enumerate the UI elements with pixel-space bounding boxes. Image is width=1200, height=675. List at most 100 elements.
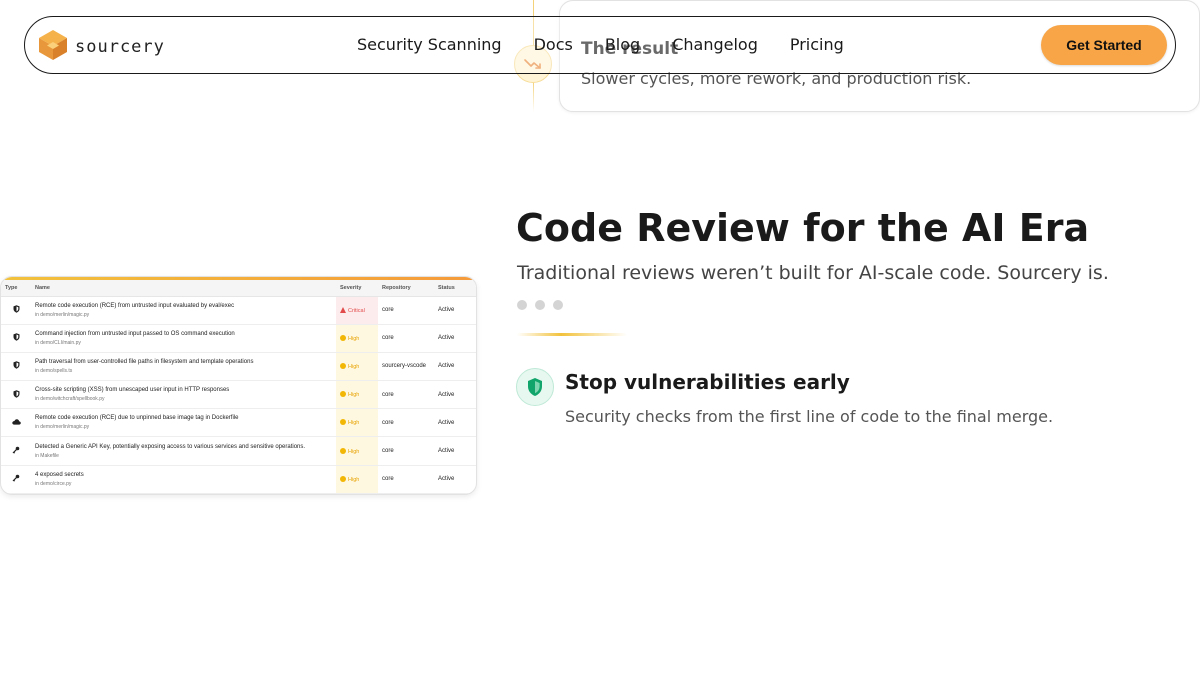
finding-path: in demo/CLI/main.py	[35, 339, 81, 346]
finding-name-cell: Remote code execution (RCE) due to unpin…	[31, 408, 336, 438]
severity-badge: High	[336, 465, 378, 494]
shield-icon	[1, 296, 31, 325]
finding-name: 4 exposed secrets	[35, 471, 84, 478]
table-row[interactable]: Cross-site scripting (XSS) from unescape…	[1, 380, 476, 410]
severity-dot-icon	[340, 447, 346, 454]
finding-name-cell: Remote code execution (RCE) from untrust…	[31, 296, 336, 325]
severity-label: Critical	[348, 307, 365, 314]
key-icon	[1, 436, 31, 466]
finding-name: Cross-site scripting (XSS) from unescape…	[35, 387, 230, 394]
nav-docs[interactable]: Docs	[534, 35, 573, 54]
severity-badge: High	[336, 352, 378, 382]
finding-path: in demo/spells.ts	[35, 367, 73, 374]
hero-title: Code Review for the AI Era	[516, 206, 1090, 250]
severity-dot-icon	[340, 334, 346, 341]
carousel-dot-2[interactable]	[535, 300, 545, 310]
status-cell: Active	[434, 465, 476, 494]
finding-name: Remote code execution (RCE) from untrust…	[35, 302, 235, 309]
header-status: Status	[434, 280, 476, 297]
nav-changelog[interactable]: Changelog	[672, 35, 758, 54]
findings-table-card: Type Name Severity Repository Status Rem…	[0, 276, 477, 495]
table-row[interactable]: 4 exposed secrets in demo/circe.py High cor…	[1, 465, 476, 494]
table-header-row: Type Name Severity Repository Status	[1, 280, 476, 297]
carousel-dot-1[interactable]	[517, 300, 527, 310]
status-cell: Active	[434, 436, 476, 466]
table-row[interactable]: Command injection from untrusted input p…	[1, 324, 476, 353]
nav-blog[interactable]: Blog	[605, 35, 640, 54]
severity-label: High	[348, 392, 360, 399]
repository-cell: core	[378, 436, 434, 466]
get-started-button[interactable]: Get Started	[1041, 25, 1167, 65]
status-cell: Active	[434, 380, 476, 410]
status-cell: Active	[434, 408, 476, 438]
severity-label: High	[348, 363, 360, 370]
finding-path: in demo/merlin/magic.py	[35, 311, 90, 318]
severity-dot-icon	[340, 362, 346, 369]
severity-label: High	[348, 335, 360, 342]
nav-pricing[interactable]: Pricing	[790, 35, 844, 54]
cloud-icon	[1, 408, 31, 438]
logo[interactable]: sourcery	[37, 29, 165, 65]
status-cell: Active	[434, 352, 476, 382]
repository-cell: core	[378, 324, 434, 353]
severity-badge: High	[336, 324, 378, 353]
table-row[interactable]: Path traversal from user-controlled file…	[1, 352, 476, 382]
finding-name: Command injection from untrusted input p…	[35, 330, 235, 337]
feature-description: Security checks from the first line of c…	[565, 407, 1054, 426]
finding-path: in Makefile	[35, 452, 59, 459]
shield-icon	[1, 324, 31, 353]
table-row[interactable]: Remote code execution (RCE) from untrust…	[1, 296, 476, 325]
repository-cell: core	[378, 296, 434, 325]
feature-title: Stop vulnerabilities early	[565, 370, 850, 394]
timeline-line-fade	[533, 82, 534, 112]
carousel-dots	[517, 300, 571, 310]
severity-label: High	[348, 420, 360, 427]
finding-path: in demo/witchcraft/spellbook.py	[35, 396, 105, 403]
header-repository: Repository	[378, 280, 434, 297]
logo-cube-icon	[37, 29, 69, 65]
shield-icon	[1, 352, 31, 382]
finding-path: in demo/circe.py	[35, 480, 72, 487]
repository-cell: core	[378, 380, 434, 410]
finding-name-cell: Cross-site scripting (XSS) from unescape…	[31, 380, 336, 410]
status-cell: Active	[434, 296, 476, 325]
header-name: Name	[31, 280, 336, 297]
gold-divider	[517, 333, 627, 336]
finding-name: Remote code execution (RCE) due to unpin…	[35, 415, 239, 422]
navbar: sourcery Security Scanning Docs Blog Cha…	[24, 16, 1176, 74]
table-row[interactable]: Remote code execution (RCE) due to unpin…	[1, 408, 476, 438]
finding-path: in demo/merlin/magic.py	[35, 424, 90, 431]
severity-badge: High	[336, 436, 378, 466]
severity-badge: Critical	[336, 296, 378, 325]
finding-name: Path traversal from user-controlled file…	[35, 358, 254, 365]
logo-text: sourcery	[75, 37, 165, 57]
severity-label: High	[348, 476, 360, 483]
repository-cell: sourcery-vscode	[378, 352, 434, 382]
severity-badge: High	[336, 408, 378, 438]
finding-name-cell: Path traversal from user-controlled file…	[31, 352, 336, 382]
hero-subtitle: Traditional reviews weren’t built for AI…	[517, 262, 1109, 284]
severity-dot-icon	[340, 391, 346, 398]
shield-icon	[1, 380, 31, 410]
repository-cell: core	[378, 465, 434, 494]
severity-dot-icon	[340, 419, 346, 426]
severity-dot-icon	[340, 475, 346, 482]
findings-table: Type Name Severity Repository Status Rem…	[1, 280, 476, 494]
nav-security-scanning[interactable]: Security Scanning	[357, 35, 502, 54]
nav-links: Security Scanning Docs Blog Changelog Pr…	[357, 35, 876, 54]
header-severity: Severity	[336, 280, 378, 297]
carousel-dot-3[interactable]	[553, 300, 563, 310]
warning-icon	[340, 306, 346, 313]
severity-label: High	[348, 448, 360, 455]
finding-name-cell: 4 exposed secrets in demo/circe.py	[31, 465, 336, 494]
shield-icon	[516, 368, 554, 406]
finding-name-cell: Detected a Generic API Key, potentially …	[31, 436, 336, 466]
repository-cell: core	[378, 408, 434, 438]
status-cell: Active	[434, 324, 476, 353]
finding-name: Detected a Generic API Key, potentially …	[35, 443, 306, 450]
table-row[interactable]: Detected a Generic API Key, potentially …	[1, 436, 476, 466]
finding-name-cell: Command injection from untrusted input p…	[31, 324, 336, 353]
header-type: Type	[1, 280, 31, 297]
severity-badge: High	[336, 380, 378, 410]
key-icon	[1, 465, 31, 494]
